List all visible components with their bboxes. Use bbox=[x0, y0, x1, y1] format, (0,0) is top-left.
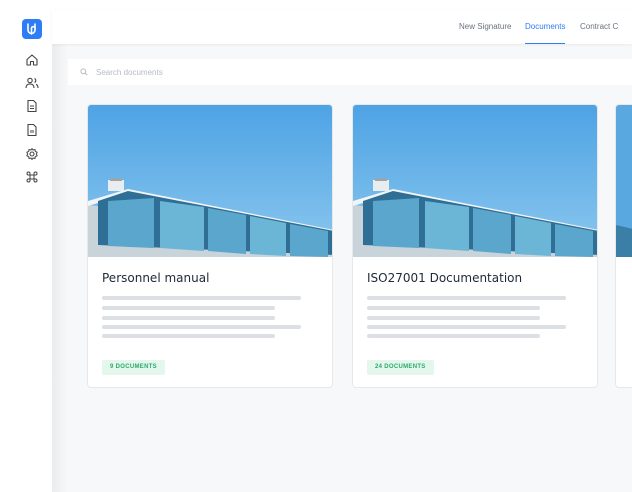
home-icon[interactable] bbox=[24, 52, 40, 68]
tab-documents[interactable]: Documents bbox=[525, 10, 566, 44]
document-card-partial[interactable] bbox=[615, 104, 632, 388]
building-image bbox=[88, 105, 332, 257]
search-icon bbox=[80, 68, 88, 76]
building-image bbox=[353, 105, 597, 257]
sidebar bbox=[12, 12, 52, 492]
command-icon[interactable] bbox=[24, 169, 40, 185]
gear-icon[interactable] bbox=[24, 146, 40, 162]
tab-contract[interactable]: Contract C bbox=[580, 10, 618, 44]
document-icon[interactable] bbox=[24, 98, 40, 114]
search-bar bbox=[68, 59, 632, 85]
document-count-badge: 9 DOCUMENTS bbox=[102, 360, 165, 375]
tab-new-signature[interactable]: New Signature bbox=[459, 10, 511, 44]
card-title: Personnel manual bbox=[102, 271, 210, 285]
page-icon[interactable] bbox=[24, 122, 40, 138]
logo-icon[interactable] bbox=[22, 19, 42, 39]
search-input[interactable] bbox=[96, 63, 396, 81]
document-count-badge: 24 DOCUMENTS bbox=[367, 360, 434, 375]
top-navigation: New Signature Documents Contract C bbox=[52, 10, 632, 44]
building-image bbox=[616, 105, 632, 257]
users-icon[interactable] bbox=[24, 75, 40, 91]
document-card[interactable]: ISO27001 Documentation 24 DOCUMENTS bbox=[352, 104, 598, 388]
document-card[interactable]: Personnel manual 9 DOCUMENTS bbox=[87, 104, 333, 388]
card-title: ISO27001 Documentation bbox=[367, 271, 523, 285]
